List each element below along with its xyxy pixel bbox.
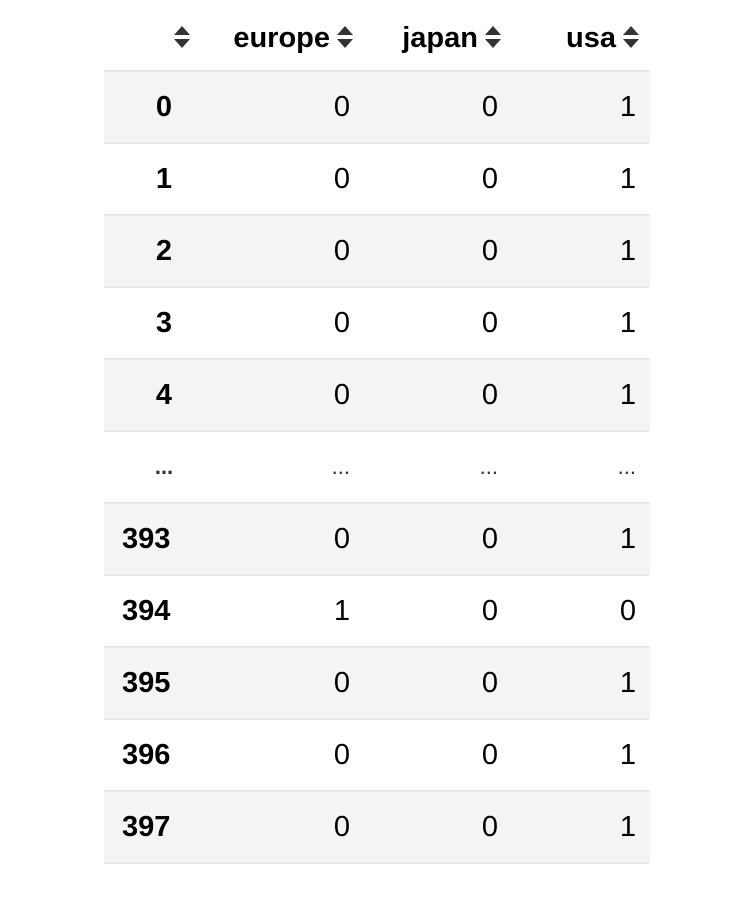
cell-usa: ... [512,431,650,504]
row-index: 394 [104,575,224,648]
table-row: 1 0 0 1 [104,143,650,216]
cell-europe: 0 [224,215,364,288]
cell-europe: 0 [224,503,364,576]
cell-usa: 1 [512,503,650,576]
sort-icon[interactable] [173,24,191,50]
cell-japan: 0 [364,359,512,432]
row-index: 2 [104,215,224,288]
cell-europe: ... [224,431,364,504]
cell-usa: 1 [512,71,650,144]
row-index: ... [104,431,224,504]
row-index: 397 [104,791,224,864]
cell-japan: 0 [364,71,512,144]
cell-usa: 0 [512,575,650,648]
column-header-index[interactable] [104,6,224,72]
row-index: 0 [104,71,224,144]
column-header-europe[interactable]: europe [224,6,364,72]
table-header: europe japan usa [104,6,650,72]
cell-usa: 1 [512,647,650,720]
table-row: 393 0 0 1 [104,503,650,576]
row-index: 4 [104,359,224,432]
cell-europe: 0 [224,287,364,360]
cell-japan: 0 [364,575,512,648]
table-row: 394 1 0 0 [104,575,650,648]
table-row: 395 0 0 1 [104,647,650,720]
header-row: europe japan usa [104,6,650,72]
table-row: 397 0 0 1 [104,791,650,864]
cell-europe: 0 [224,647,364,720]
sort-icon[interactable] [622,24,640,50]
cell-japan: 0 [364,647,512,720]
cell-europe: 1 [224,575,364,648]
column-label-usa: usa [566,21,616,54]
table-body: 0 0 0 1 1 0 0 1 2 0 0 1 3 0 0 1 4 0 0 1 … [104,71,650,864]
cell-usa: 1 [512,791,650,864]
cell-usa: 1 [512,143,650,216]
cell-europe: 0 [224,791,364,864]
table-row: 4 0 0 1 [104,359,650,432]
row-index: 3 [104,287,224,360]
sort-icon[interactable] [336,24,354,50]
table-row: 0 0 0 1 [104,71,650,144]
cell-europe: 0 [224,143,364,216]
table-row: 3 0 0 1 [104,287,650,360]
row-index: 393 [104,503,224,576]
cell-japan: 0 [364,143,512,216]
cell-japan: 0 [364,215,512,288]
sort-icon[interactable] [484,24,502,50]
row-index: 1 [104,143,224,216]
column-header-usa[interactable]: usa [512,6,650,72]
cell-usa: 1 [512,359,650,432]
column-label-europe: europe [233,21,330,54]
dataframe-container: europe japan usa 0 0 0 1 1 0 0 1 2 0 0 1… [104,6,650,864]
cell-europe: 0 [224,71,364,144]
cell-europe: 0 [224,719,364,792]
dataframe-table: europe japan usa 0 0 0 1 1 0 0 1 2 0 0 1… [104,6,650,864]
cell-usa: 1 [512,287,650,360]
table-row-ellipsis: ... ... ... ... [104,431,650,504]
cell-japan: 0 [364,719,512,792]
cell-usa: 1 [512,215,650,288]
cell-japan: 0 [364,503,512,576]
row-index: 395 [104,647,224,720]
table-row: 2 0 0 1 [104,215,650,288]
cell-japan: 0 [364,287,512,360]
table-row: 396 0 0 1 [104,719,650,792]
cell-japan: 0 [364,791,512,864]
row-index: 396 [104,719,224,792]
cell-japan: ... [364,431,512,504]
cell-europe: 0 [224,359,364,432]
column-header-japan[interactable]: japan [364,6,512,72]
column-label-japan: japan [402,21,478,54]
cell-usa: 1 [512,719,650,792]
